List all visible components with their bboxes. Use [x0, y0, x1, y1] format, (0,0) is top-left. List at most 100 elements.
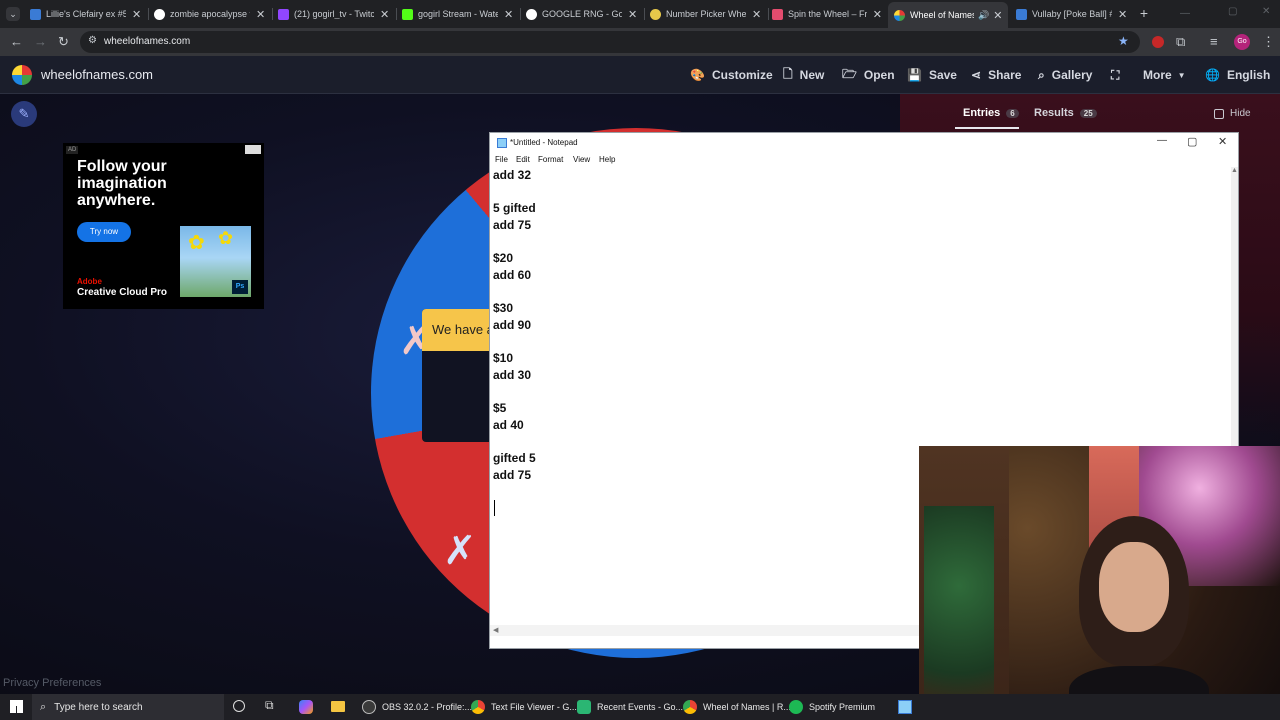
- tab-close-icon[interactable]: ✕: [132, 8, 141, 21]
- menu-format[interactable]: Format: [538, 155, 563, 164]
- browser-tab[interactable]: (21) gogirl_tv - Twitch ✕: [278, 4, 394, 24]
- notepad-title: *Untitled - Notepad: [510, 138, 578, 147]
- browser-tab[interactable]: Number Picker Whee ✕: [650, 4, 762, 24]
- edit-pencil-button[interactable]: ✎: [11, 101, 37, 127]
- more-label: More: [1143, 68, 1172, 82]
- tab-favicon-icon: [30, 8, 41, 20]
- checkbox[interactable]: [1214, 108, 1224, 119]
- ad-try-now-button[interactable]: Try now: [77, 222, 131, 242]
- scroll-up-icon[interactable]: ▲: [1231, 167, 1238, 174]
- browser-menu-icon[interactable]: ⋮: [1262, 28, 1275, 56]
- forward-icon[interactable]: →: [34, 28, 47, 56]
- save-button[interactable]: 💾 Save: [907, 56, 957, 94]
- fullscreen-button[interactable]: ⛶: [1111, 56, 1126, 94]
- tab-entries[interactable]: Entries 6: [963, 107, 1019, 119]
- notepad-taskbar-icon[interactable]: [898, 700, 912, 714]
- tab-title: (21) gogirl_tv - Twitch: [294, 9, 374, 19]
- browser-tab[interactable]: GOOGLE RNG - Goog ✕: [526, 4, 638, 24]
- tab-close-icon[interactable]: ✕: [256, 8, 265, 21]
- tab-close-icon[interactable]: ✕: [504, 8, 513, 21]
- browser-tab[interactable]: Lillie's Clefairy ex #5€ ✕: [30, 4, 146, 24]
- fullscreen-icon: ⛶: [1111, 67, 1120, 82]
- ps-icon: Ps: [232, 280, 248, 294]
- browser-tab[interactable]: Spin the Wheel – Fre ✕: [772, 4, 882, 24]
- text-line: add 75: [493, 218, 532, 232]
- minimize-window-icon[interactable]: —: [1180, 8, 1190, 19]
- extension-icon[interactable]: [1152, 36, 1164, 48]
- reload-icon[interactable]: ↻: [58, 28, 69, 56]
- cortana-icon[interactable]: [233, 700, 245, 712]
- tab-close-icon[interactable]: ✕: [752, 8, 761, 21]
- file-explorer-icon[interactable]: [331, 701, 345, 712]
- speaker-icon[interactable]: 🔊: [978, 10, 989, 21]
- new-tab-button[interactable]: +: [1136, 5, 1152, 21]
- tab-close-icon[interactable]: ✕: [873, 8, 882, 21]
- tab-search-button[interactable]: ⌄: [6, 7, 20, 21]
- banner-text: We have a: [432, 322, 494, 337]
- search-icon: ⌕: [40, 700, 47, 713]
- tab-close-icon[interactable]: ✕: [628, 8, 637, 21]
- language-label: English: [1226, 68, 1271, 82]
- language-button[interactable]: 🌐 English: [1205, 56, 1270, 94]
- scroll-left-icon[interactable]: ◀: [493, 626, 498, 634]
- site-header: wheelofnames.com 🎨 Customize 🗋 New 🗁 Open 💾…: [0, 56, 1280, 94]
- browser-tab[interactable]: gogirl Stream - Wate ✕: [402, 4, 514, 24]
- more-menu-button[interactable]: More ▼: [1143, 56, 1186, 94]
- entries-count-badge: 6: [1006, 108, 1019, 118]
- maximize-window-icon[interactable]: ▢: [1228, 6, 1237, 17]
- open-button[interactable]: 🗁 Open: [842, 56, 895, 94]
- menu-edit[interactable]: Edit: [516, 155, 530, 164]
- task-view-icon[interactable]: ⧉: [265, 698, 274, 713]
- menu-help[interactable]: Help: [599, 155, 615, 164]
- browser-tab[interactable]: zombie apocalypse fi ✕: [154, 4, 266, 24]
- taskbar-app-streamlabs[interactable]: Recent Events - Go...: [577, 694, 683, 720]
- tab-close-icon[interactable]: ✕: [380, 8, 389, 21]
- recent-events-icon: [577, 700, 591, 714]
- taskbar-search-box[interactable]: ⌕ Type here to search: [32, 694, 224, 720]
- taskbar-app-obs[interactable]: OBS 32.0.2 - Profile:...: [362, 694, 472, 720]
- hide-toggle[interactable]: Hide: [1214, 108, 1251, 119]
- globe-icon: 🌐: [1205, 68, 1220, 82]
- site-info-icon[interactable]: ⚙: [88, 35, 97, 46]
- tab-title: GOOGLE RNG - Goog: [542, 9, 622, 19]
- share-button[interactable]: ⋖ Share: [971, 56, 1021, 94]
- ad-headline-line: anywhere.: [77, 192, 156, 209]
- address-bar[interactable]: ⚙ wheelofnames.com ★: [80, 31, 1140, 53]
- privacy-preferences-link[interactable]: Privacy Preferences: [3, 677, 101, 689]
- close-icon[interactable]: ✕: [1218, 135, 1227, 148]
- windows-start-icon[interactable]: [10, 700, 23, 713]
- menu-file[interactable]: File: [495, 155, 508, 164]
- minimize-icon[interactable]: —: [1157, 135, 1167, 146]
- gallery-button[interactable]: ⌕ Gallery: [1038, 56, 1092, 94]
- copilot-icon[interactable]: [299, 700, 313, 714]
- text-line: add 90: [493, 318, 532, 332]
- tab-favicon-icon: [1016, 8, 1027, 20]
- windows-taskbar: ⌕ Type here to search ⧉ OBS 32.0.2 - Pro…: [0, 694, 1280, 720]
- ad-banner[interactable]: AD Follow your imagination anywhere. Try…: [63, 143, 264, 309]
- wheel-logo-icon[interactable]: [12, 65, 32, 85]
- extensions-puzzle-icon[interactable]: ⧉: [1176, 28, 1185, 56]
- tab-results[interactable]: Results 25: [1034, 107, 1097, 119]
- menu-view[interactable]: View: [573, 155, 590, 164]
- maximize-icon[interactable]: ▢: [1187, 135, 1197, 148]
- browser-tab[interactable]: Vullaby [Poke Ball] # ✕: [1016, 4, 1128, 24]
- new-button[interactable]: 🗋 New: [783, 56, 824, 94]
- taskbar-app-spotify[interactable]: Spotify Premium: [789, 694, 889, 720]
- text-line: $10: [493, 351, 514, 365]
- bookmark-star-icon[interactable]: ★: [1118, 34, 1129, 48]
- tab-close-icon[interactable]: ✕: [1118, 8, 1127, 21]
- taskbar-app-wheel[interactable]: Wheel of Names | R...: [683, 694, 791, 720]
- customize-button[interactable]: 🎨 Customize: [690, 56, 773, 94]
- kick-icon: [402, 8, 413, 20]
- ad-choices-icon[interactable]: [245, 145, 261, 154]
- back-icon[interactable]: ←: [10, 28, 23, 56]
- profile-avatar[interactable]: Go: [1234, 34, 1250, 50]
- taskbar-app-chrome[interactable]: Text File Viewer - G...: [471, 694, 577, 720]
- tab-groups-icon[interactable]: ≡: [1210, 28, 1218, 56]
- browser-tab-active[interactable]: Wheel of Names 🔊 ✕: [888, 2, 1008, 28]
- christmas-tree: [924, 506, 994, 706]
- tab-close-icon[interactable]: ✕: [993, 9, 1002, 22]
- close-window-icon[interactable]: ✕: [1262, 6, 1270, 17]
- search-icon: ⌕: [1038, 67, 1045, 82]
- site-logo-text[interactable]: wheelofnames.com: [41, 67, 153, 82]
